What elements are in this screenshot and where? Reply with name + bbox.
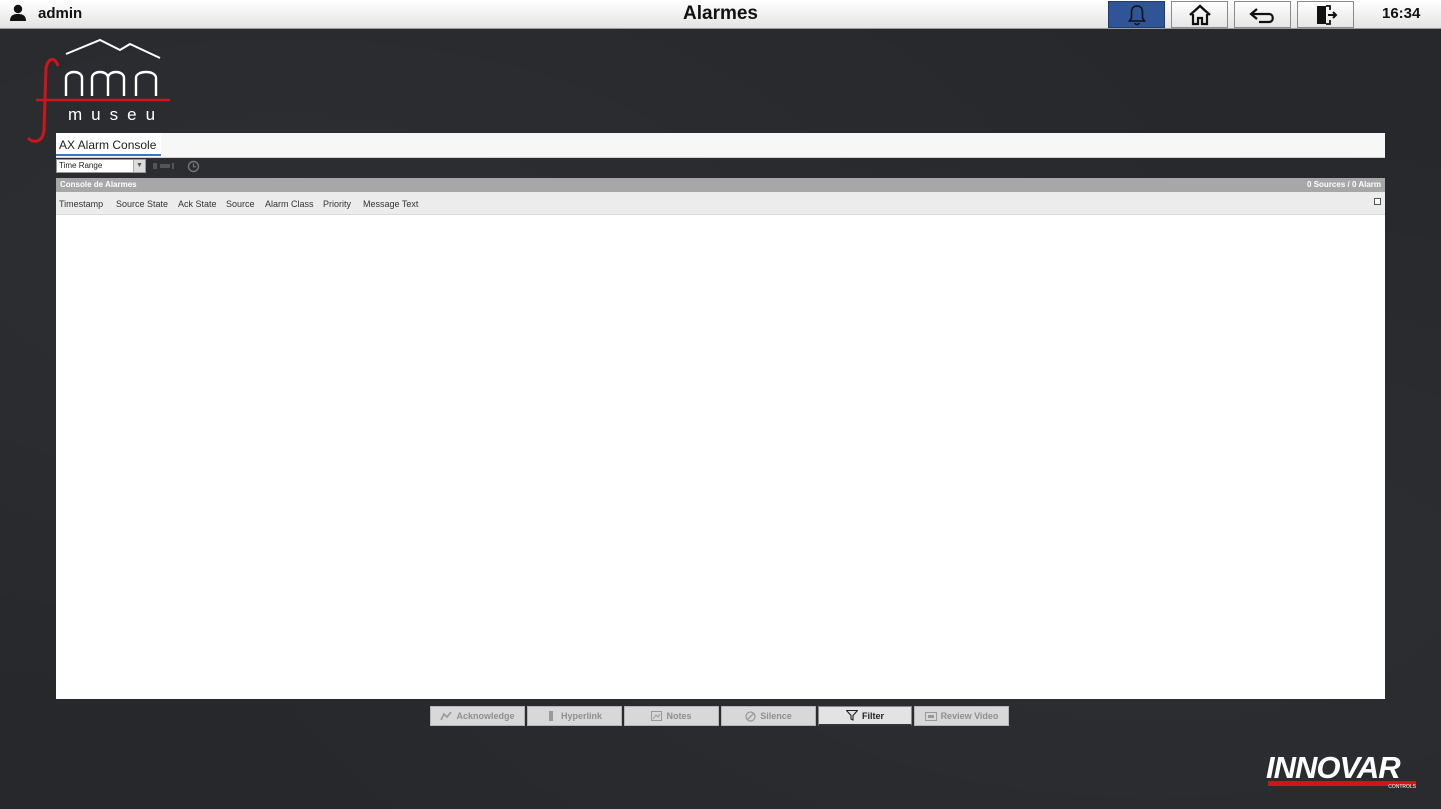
time-range-select[interactable]: Time Range ▼ — [56, 159, 146, 173]
alarms-button[interactable] — [1108, 1, 1165, 28]
alarm-summary: 0 Sources / 0 Alarm — [1307, 180, 1381, 189]
clock: 16:34 — [1382, 5, 1421, 22]
column-options-icon[interactable] — [1374, 198, 1381, 205]
bell-icon — [1127, 4, 1146, 25]
acknowledge-icon — [440, 711, 453, 721]
home-button[interactable] — [1171, 1, 1228, 28]
top-bar: admin Alarmes 16:34 — [0, 0, 1441, 29]
notes-icon — [651, 711, 663, 721]
column-alarm-class[interactable]: Alarm Class — [265, 199, 314, 209]
console-tab-strip: AX Alarm Console — [56, 133, 1385, 158]
notes-button[interactable]: Notes — [624, 706, 719, 726]
home-icon — [1188, 3, 1211, 25]
clock-icon[interactable] — [187, 160, 200, 173]
console-header: Console de Alarmes 0 Sources / 0 Alarm — [56, 178, 1385, 192]
console-title: Console de Alarmes — [60, 180, 137, 189]
column-message-text[interactable]: Message Text — [363, 199, 418, 209]
back-button[interactable] — [1234, 1, 1291, 28]
notes-label: Notes — [666, 711, 692, 721]
svg-text:INNOVAR: INNOVAR — [1266, 750, 1401, 785]
silence-button[interactable]: Silence — [721, 706, 816, 726]
filter-label: Filter — [861, 710, 884, 721]
acknowledge-button[interactable]: Acknowledge — [430, 706, 525, 726]
innovar-logo: INNOVAR CONTROLS — [1266, 750, 1417, 790]
silence-label: Silence — [760, 711, 792, 721]
hyperlink-button[interactable]: Hyperlink — [527, 706, 622, 726]
column-source[interactable]: Source — [226, 199, 255, 209]
review-video-button[interactable]: Review Video — [914, 706, 1009, 726]
logout-button[interactable] — [1297, 1, 1354, 28]
svg-text:CONTROLS: CONTROLS — [1388, 784, 1416, 790]
hyperlink-label: Hyperlink — [560, 711, 602, 721]
filter-toggle-icon[interactable] — [152, 161, 176, 171]
column-header-row: Timestamp Source State Ack State Source … — [56, 192, 1385, 215]
time-range-label: Time Range — [59, 161, 103, 170]
column-source-state[interactable]: Source State — [116, 199, 168, 209]
column-priority[interactable]: Priority — [323, 199, 351, 209]
hyperlink-icon — [548, 711, 553, 721]
back-arrow-icon — [1248, 7, 1274, 23]
tab-alarm-console[interactable]: AX Alarm Console — [56, 133, 161, 156]
silence-icon — [745, 710, 756, 722]
filter-button[interactable]: Filter — [818, 706, 912, 726]
logout-icon — [1316, 4, 1337, 25]
svg-text:museu: museu — [68, 105, 164, 124]
filter-icon — [845, 710, 858, 721]
acknowledge-label: Acknowledge — [456, 711, 515, 721]
chevron-down-icon[interactable]: ▼ — [133, 160, 145, 172]
video-icon — [924, 711, 937, 721]
column-ack-state[interactable]: Ack State — [178, 199, 217, 209]
column-timestamp[interactable]: Timestamp — [59, 199, 103, 209]
review-video-label: Review Video — [940, 711, 999, 721]
alarm-table-body[interactable] — [56, 215, 1385, 699]
